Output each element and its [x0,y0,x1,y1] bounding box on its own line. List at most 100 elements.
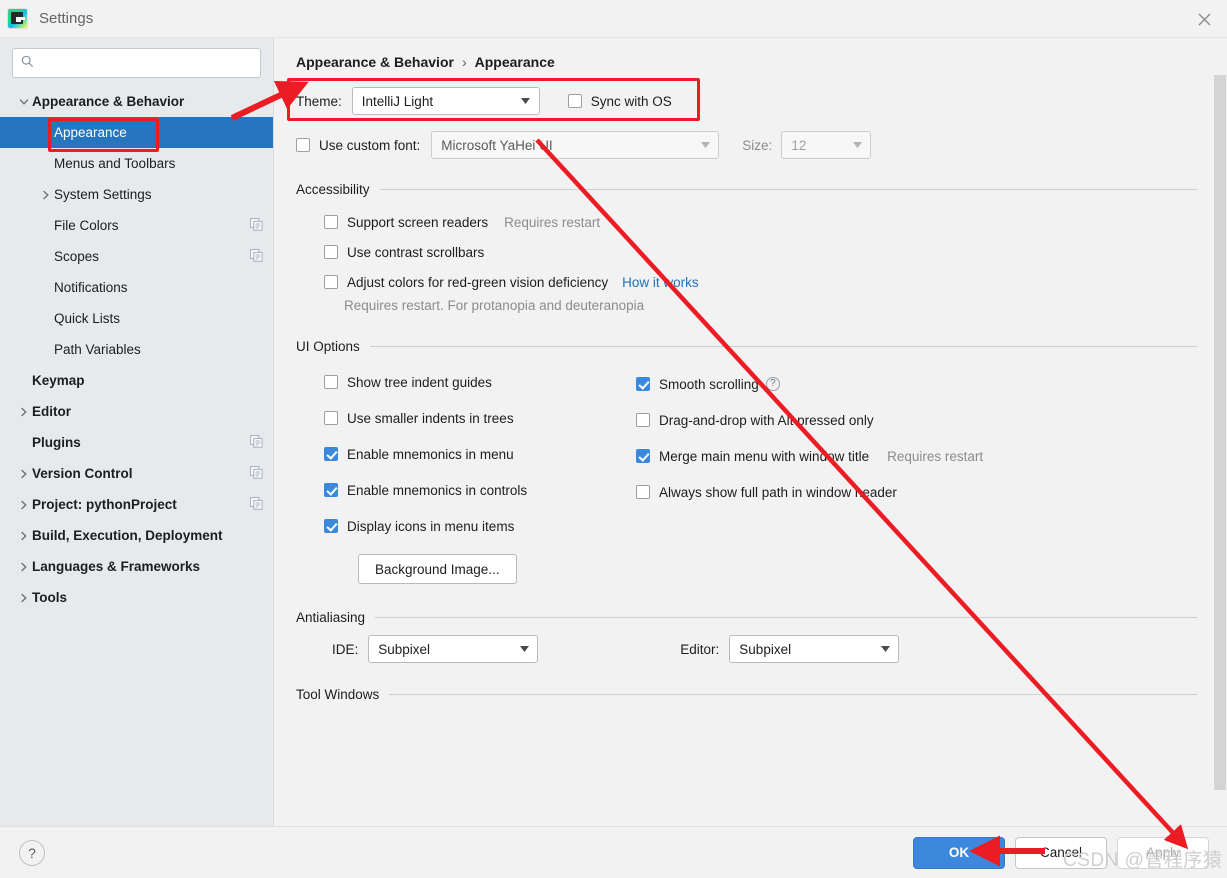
antialiasing-ide-value: Subpixel [378,641,431,657]
copy-settings-icon[interactable] [250,434,263,451]
ui-option-label: Merge main menu with window title [659,448,870,464]
ui-options-title: UI Options [296,339,360,354]
use-custom-font-label: Use custom font: [319,137,421,153]
sidebar-item-tools[interactable]: Tools [0,582,273,613]
ui-option-row[interactable]: Enable mnemonics in menu [324,436,636,472]
divider [379,189,1197,190]
font-family-value: Microsoft YaHei UI [441,137,553,153]
breadcrumb-parent[interactable]: Appearance & Behavior [296,54,454,70]
ui-option-label: Always show full path in window header [659,484,897,500]
chevron-right-icon[interactable] [16,593,32,603]
ok-button[interactable]: OK [913,836,1005,869]
ui-option-row[interactable]: Merge main menu with window title Require… [636,438,1197,474]
sidebar-item-label: Tools [32,590,67,605]
ui-option-label: Enable mnemonics in menu [347,446,514,462]
content-scrollbar[interactable] [1212,38,1227,826]
sidebar-item-label: Editor [32,404,71,419]
settings-content-pane: Appearance & Behavior › Appearance Theme… [274,38,1227,826]
chevron-right-icon[interactable] [16,407,32,417]
window-title: Settings [39,10,94,27]
ui-option-row[interactable]: Enable mnemonics in controls [324,472,636,508]
copy-settings-icon[interactable] [250,496,263,513]
checkbox-box [636,413,650,427]
font-family-select[interactable]: Microsoft YaHei UI [431,131,720,159]
font-size-label: Size: [742,137,773,153]
antialiasing-editor-select[interactable]: Subpixel [729,635,900,663]
sidebar-item-file-colors[interactable]: File Colors [0,210,273,241]
antialiasing-ide-label: IDE: [332,641,359,657]
accessibility-option-row[interactable]: Use contrast scrollbars [324,237,1197,267]
checkbox-box [324,447,338,461]
ui-option-row[interactable]: Drag-and-drop with Alt pressed only [636,402,1197,438]
sidebar-item-appearance-behavior[interactable]: Appearance & Behavior [0,86,273,117]
sidebar-item-editor[interactable]: Editor [0,396,273,427]
ui-option-row[interactable]: Smooth scrolling? [636,366,1197,402]
chevron-right-icon[interactable] [38,190,54,200]
help-icon[interactable]: ? [765,377,780,391]
sidebar-item-version-control[interactable]: Version Control [0,458,273,489]
antialiasing-heading: Antialiasing [296,610,1197,625]
sidebar-item-quick-lists[interactable]: Quick Lists [0,303,273,334]
ui-option-row[interactable]: Use smaller indents in trees [324,400,636,436]
settings-sidebar: Appearance & Behavior Appearance Menus and… [0,38,274,826]
antialiasing-ide-select[interactable]: Subpixel [368,635,539,663]
copy-settings-icon[interactable] [250,217,263,234]
chevron-down-icon[interactable] [16,97,32,107]
close-icon[interactable] [1181,0,1227,38]
sidebar-item-system-settings[interactable]: System Settings [0,179,273,210]
window-title-bar: Settings [0,0,1227,38]
chevron-right-icon[interactable] [16,562,32,572]
chevron-down-icon [511,636,537,662]
how-it-works-link[interactable]: How it works [622,275,699,290]
settings-tree: Appearance & Behavior Appearance Menus and… [0,86,273,613]
sidebar-item-label: Project: pythonProject [32,497,177,512]
ui-option-row[interactable]: Show tree indent guides [324,364,636,400]
sidebar-item-path-variables[interactable]: Path Variables [0,334,273,365]
watermark: CSDN @管程序猿 [1063,850,1223,871]
chevron-right-icon[interactable] [16,500,32,510]
checkbox-box [324,519,338,533]
sidebar-item-label: File Colors [54,218,119,233]
sidebar-item-build-execution-deployment[interactable]: Build, Execution, Deployment [0,520,273,551]
custom-font-row: Use custom font: Microsoft YaHei UI Size… [296,130,1197,160]
copy-settings-icon[interactable] [250,465,263,482]
background-image-button[interactable]: Background Image... [358,554,517,584]
accessibility-option-label: Use contrast scrollbars [347,244,485,260]
sidebar-item-plugins[interactable]: Plugins [0,427,273,458]
use-custom-font-checkbox[interactable]: Use custom font: [296,132,420,158]
accessibility-option-note: Requires restart [504,214,601,230]
ui-option-label: Use smaller indents in trees [347,410,514,426]
tool-windows-heading: Tool Windows [296,687,1197,702]
accessibility-option-row[interactable]: Adjust colors for red-green vision defic… [324,267,1197,297]
copy-settings-icon[interactable] [250,248,263,265]
divider [375,617,1197,618]
sidebar-item-notifications[interactable]: Notifications [0,272,273,303]
chevron-right-icon[interactable] [16,531,32,541]
annotation-box-appearance [48,118,159,152]
checkbox-box [324,215,338,229]
search-box[interactable] [12,48,261,78]
accessibility-heading: Accessibility [296,182,1197,197]
accessibility-option-row[interactable]: Support screen readers Requires restart [324,207,1197,237]
sidebar-item-keymap[interactable]: Keymap [0,365,273,396]
checkbox-box [324,375,338,389]
tool-windows-title: Tool Windows [296,687,380,702]
tool-windows-section: Tool Windows [296,687,1197,702]
font-size-select[interactable]: 12 [781,131,872,159]
ui-option-row[interactable]: Display icons in menu items [324,508,636,544]
sidebar-item-project-pythonproject[interactable]: Project: pythonProject [0,489,273,520]
ui-options-right-column: Smooth scrolling? Drag-and-drop with Alt … [636,366,1197,510]
accessibility-hint: Requires restart. For protanopia and deu… [344,298,645,313]
accessibility-option-label: Support screen readers [347,214,489,230]
checkbox-box [636,377,650,391]
sidebar-item-languages-frameworks[interactable]: Languages & Frameworks [0,551,273,582]
chevron-right-icon[interactable] [16,469,32,479]
sidebar-item-scopes[interactable]: Scopes [0,241,273,272]
scrollbar-thumb[interactable] [1214,75,1226,790]
checkbox-box [324,483,338,497]
search-input[interactable] [40,54,252,72]
sidebar-item-menus-and-toolbars[interactable]: Menus and Toolbars [0,148,273,179]
ui-option-row[interactable]: Always show full path in window header [636,474,1197,510]
breadcrumb: Appearance & Behavior › Appearance [296,54,1197,70]
question-mark-icon[interactable]: ? [19,839,45,866]
